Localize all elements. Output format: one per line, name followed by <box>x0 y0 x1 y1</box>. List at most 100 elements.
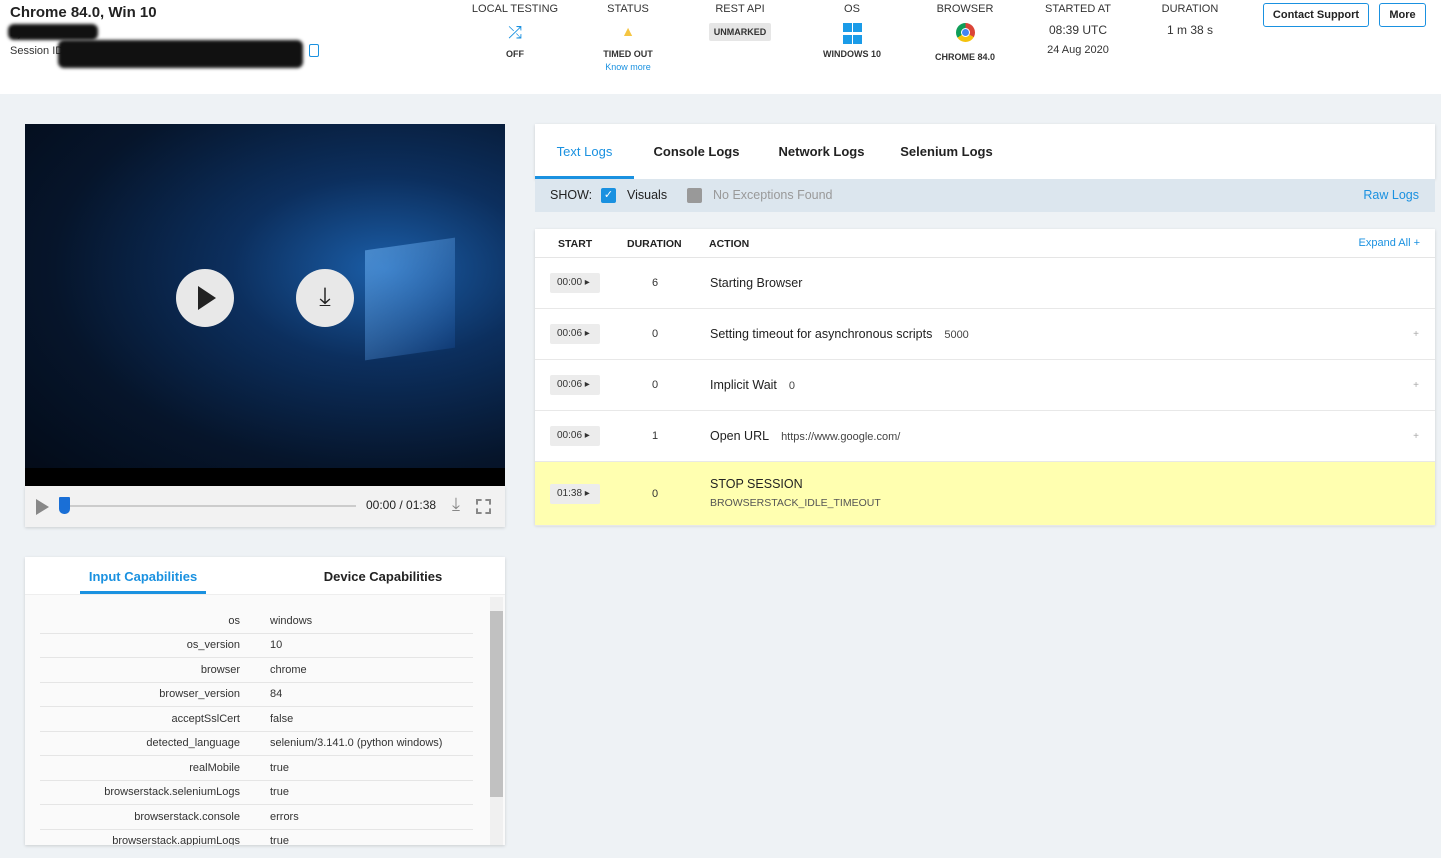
tab-label: Text Logs <box>556 144 613 159</box>
redaction <box>8 24 98 40</box>
session-header: Chrome 84.0, Win 10 By Session ID: LOCAL… <box>0 0 1441 94</box>
video-player[interactable]: ⤓ <box>25 124 505 486</box>
seek-handle[interactable] <box>59 497 70 514</box>
log-row[interactable]: 00:06 ▸ 0 Implicit Wait 0 + <box>535 360 1435 411</box>
capability-key: os <box>228 614 240 627</box>
video-controls: 00:00 / 01:38 ⤓ <box>25 486 505 527</box>
capability-key: os_version <box>186 639 240 652</box>
capability-row: detected_language selenium/3.141.0 (pytho… <box>40 732 473 756</box>
download-icon[interactable]: ⤓ <box>452 494 460 515</box>
capability-row: os_version 10 <box>40 634 473 658</box>
video-time: 00:00 / 01:38 <box>366 498 437 512</box>
column-start: START <box>558 238 593 250</box>
meta-os: OS WINDOWS 10 <box>797 3 907 59</box>
capability-key: browser_version <box>159 688 240 701</box>
copy-icon[interactable] <box>309 44 319 57</box>
tab-label: Selenium Logs <box>900 144 993 159</box>
meta-started-at: STARTED AT 08:39 UTC 24 Aug 2020 <box>1023 3 1133 56</box>
fullscreen-icon[interactable] <box>476 499 491 514</box>
meta-value: OFF <box>506 49 524 59</box>
tab-console-logs[interactable]: Console Logs <box>634 124 759 179</box>
meta-browser: BROWSER CHROME 84.0 <box>910 3 1020 62</box>
windows-icon <box>842 23 862 45</box>
expand-all-link[interactable]: Expand All + <box>1359 237 1420 249</box>
expand-row-button[interactable]: + <box>1413 380 1419 391</box>
log-row[interactable]: 00:06 ▸ 1 Open URL https://www.google.com… <box>535 411 1435 462</box>
capability-row: acceptSslCert false <box>40 707 473 732</box>
expand-row-button[interactable]: + <box>1413 329 1419 340</box>
logs-tabs: Text Logs Console Logs Network Logs Seleniu… <box>535 124 1435 179</box>
redaction <box>58 40 303 68</box>
tab-text-logs[interactable]: Text Logs <box>535 124 634 179</box>
raw-logs-link[interactable]: Raw Logs <box>1363 188 1419 202</box>
tab-input-capabilities[interactable]: Input Capabilities <box>25 557 261 594</box>
seek-to-time-button[interactable]: 01:38 ▸ <box>550 483 600 504</box>
download-video-button[interactable]: ⤓ <box>296 269 354 327</box>
scrollbar[interactable] <box>490 597 503 845</box>
show-label: SHOW: <box>550 188 593 202</box>
contact-support-button[interactable]: Contact Support <box>1263 3 1369 27</box>
visuals-label: Visuals <box>627 188 668 202</box>
log-duration: 6 <box>651 277 659 289</box>
tab-label: Console Logs <box>653 144 740 159</box>
meta-duration: DURATION 1 m 38 s <box>1135 3 1245 37</box>
tab-device-capabilities[interactable]: Device Capabilities <box>261 557 505 594</box>
chrome-icon <box>955 23 975 42</box>
column-duration: DURATION <box>627 238 682 250</box>
exceptions-label: No Exceptions Found <box>713 188 833 202</box>
log-duration: 0 <box>651 487 659 500</box>
capability-key: browser <box>200 663 240 676</box>
session-title: Chrome 84.0, Win 10 <box>10 4 157 21</box>
log-argument: 0 <box>788 380 796 392</box>
tab-network-logs[interactable]: Network Logs <box>759 124 884 179</box>
capability-value: 10 <box>270 639 283 652</box>
log-row[interactable]: 00:06 ▸ 0 Setting timeout for asynchrono… <box>535 309 1435 360</box>
logs-table-header: START DURATION ACTION Expand All + <box>535 229 1435 258</box>
capability-value: false <box>270 712 294 725</box>
seek-to-time-button[interactable]: 00:06 ▸ <box>550 324 600 344</box>
expand-row-button[interactable]: + <box>1413 431 1419 442</box>
seek-to-time-button[interactable]: 00:06 ▸ <box>550 426 600 446</box>
capabilities-list: os windows os_version 10 browser chrome browse… <box>40 609 473 845</box>
logs-filter-bar: SHOW: ✓ Visuals No Exceptions Found Raw … <box>535 179 1435 212</box>
meta-label: BROWSER <box>936 3 994 15</box>
play-button[interactable] <box>176 269 234 327</box>
seek-to-time-button[interactable]: 00:06 ▸ <box>550 375 600 395</box>
meta-label: OS <box>844 3 860 15</box>
rest-api-badge: UNMARKED <box>708 23 772 41</box>
log-action: Starting Browser <box>710 276 803 290</box>
meta-label: STARTED AT <box>1044 3 1111 15</box>
capability-key: realMobile <box>189 761 240 774</box>
log-action: Implicit Wait <box>710 378 777 392</box>
capability-row: browserstack.seleniumLogs true <box>40 781 473 805</box>
warning-icon: ▲ <box>621 23 635 39</box>
capability-row: browser_version 84 <box>40 683 473 707</box>
log-row[interactable]: 00:00 ▸ 6 Starting Browser <box>535 258 1435 309</box>
meta-local-testing: LOCAL TESTING ⤮ OFF <box>460 3 570 59</box>
video-seek-bar[interactable] <box>63 505 356 507</box>
meta-date: 24 Aug 2020 <box>1047 44 1109 56</box>
capability-value: windows <box>270 614 313 627</box>
capability-key: acceptSslCert <box>171 712 240 725</box>
logs-table: START DURATION ACTION Expand All + 00:00… <box>535 229 1435 526</box>
play-icon <box>198 286 216 310</box>
capability-value: errors <box>270 810 299 823</box>
meta-label: DURATION <box>1161 3 1219 15</box>
windows-wallpaper-logo <box>365 237 455 361</box>
capability-value: true <box>270 761 289 774</box>
meta-rest-api: REST API UNMARKED <box>685 3 795 41</box>
more-button[interactable]: More <box>1379 3 1426 27</box>
column-action: ACTION <box>709 238 750 250</box>
seek-to-time-button[interactable]: 00:00 ▸ <box>550 273 600 293</box>
tab-selenium-logs[interactable]: Selenium Logs <box>884 124 1009 179</box>
know-more-link[interactable]: Know more <box>573 62 683 72</box>
meta-value: CHROME 84.0 <box>934 52 996 62</box>
log-argument: https://www.google.com/ <box>781 431 901 443</box>
capability-key: browserstack.console <box>134 810 240 823</box>
play-icon[interactable] <box>36 499 49 515</box>
log-row[interactable]: 01:38 ▸ 0 STOP SESSION BROWSERSTACK_IDLE_… <box>535 462 1435 526</box>
visuals-checkbox[interactable]: ✓ <box>601 188 616 203</box>
meta-label: STATUS <box>607 3 649 15</box>
windows-taskbar <box>25 468 505 486</box>
capability-value: 84 <box>270 688 283 701</box>
